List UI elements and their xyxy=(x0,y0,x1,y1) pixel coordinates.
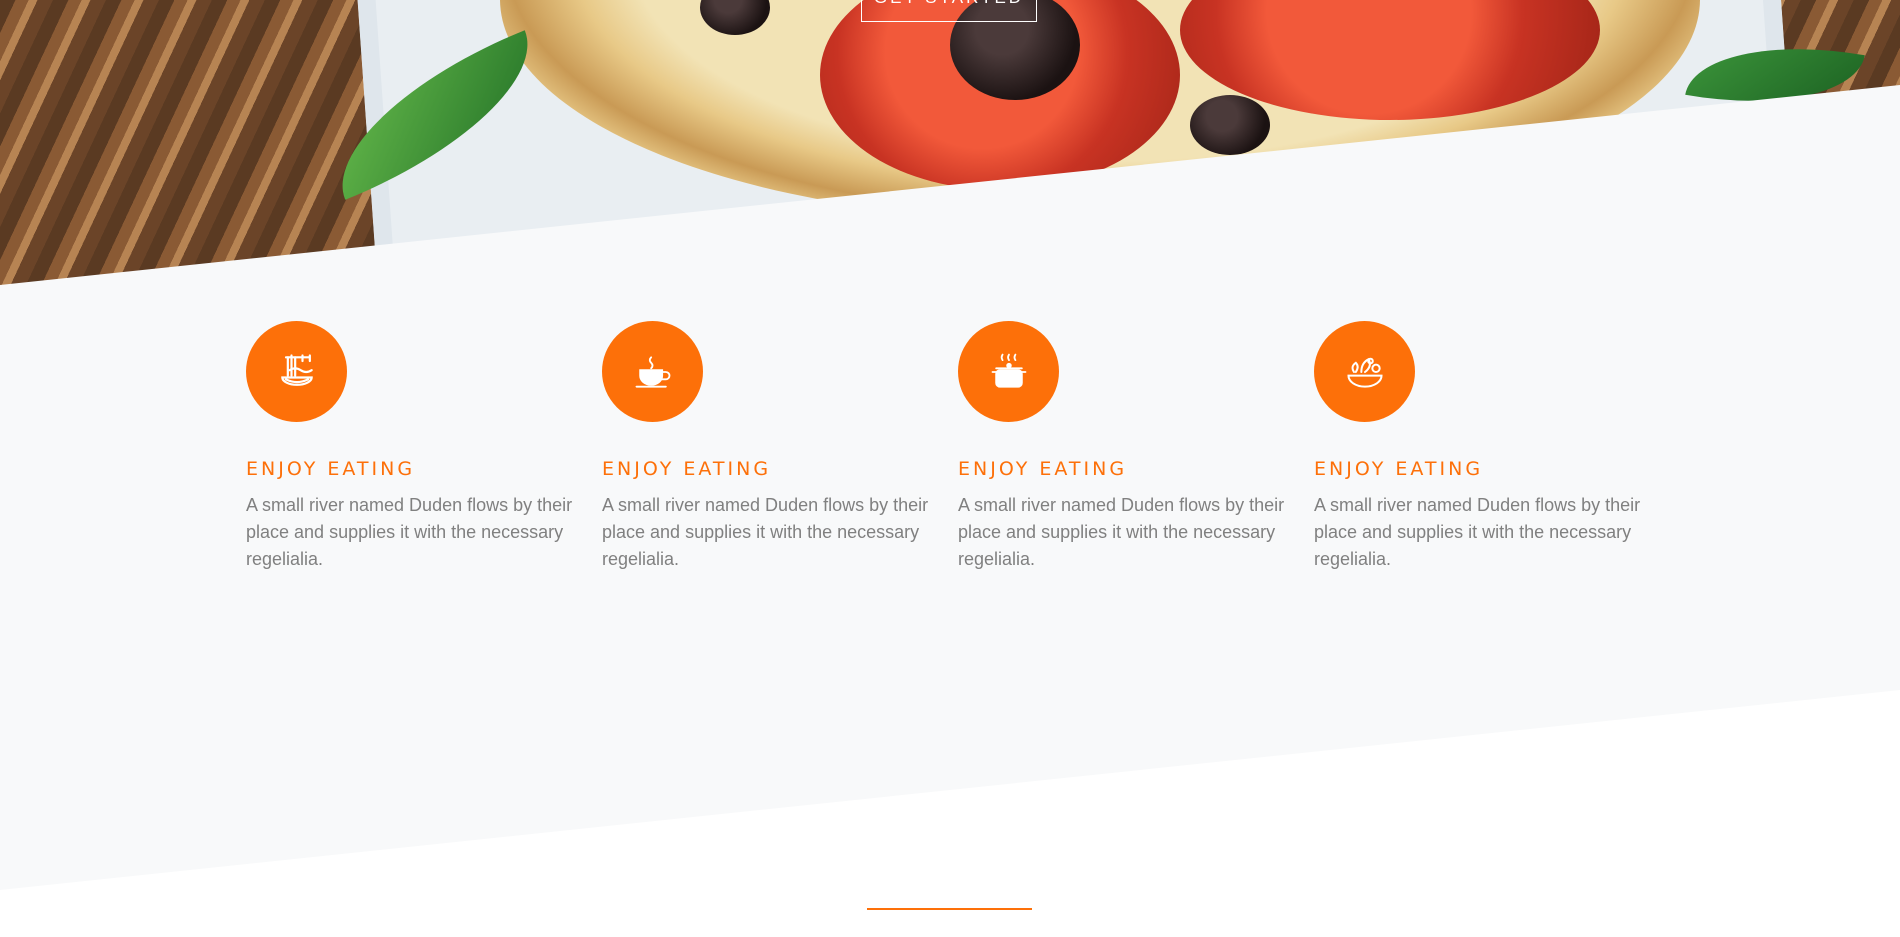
feature-icon-badge xyxy=(1314,321,1415,422)
feature-icon-badge xyxy=(958,321,1059,422)
feature-icon-badge xyxy=(246,321,347,422)
feature-title: ENJOY EATING xyxy=(602,458,772,480)
feature-title: ENJOY EATING xyxy=(246,458,416,480)
salad-bowl-icon xyxy=(1346,357,1383,388)
cooking-pot-icon xyxy=(991,353,1026,388)
noodles-icon xyxy=(280,353,313,386)
feature-description: A small river named Duden flows by their… xyxy=(958,495,1285,569)
coffee-cup-icon xyxy=(635,355,670,388)
feature-card: ENJOY EATING A small river named Duden f… xyxy=(1314,321,1654,573)
feature-title: ENJOY EATING xyxy=(958,458,1128,480)
feature-card: ENJOY EATING A small river named Duden f… xyxy=(602,321,942,573)
feature-title: ENJOY EATING xyxy=(1314,458,1484,480)
feature-description: A small river named Duden flows by their… xyxy=(1314,495,1641,569)
feature-description: A small river named Duden flows by their… xyxy=(602,495,929,569)
feature-icon-badge xyxy=(602,321,703,422)
feature-card: ENJOY EATING A small river named Duden f… xyxy=(246,321,586,573)
feature-card: ENJOY EATING A small river named Duden f… xyxy=(958,321,1298,573)
feature-description: A small river named Duden flows by their… xyxy=(246,495,573,569)
section-divider xyxy=(867,908,1032,910)
